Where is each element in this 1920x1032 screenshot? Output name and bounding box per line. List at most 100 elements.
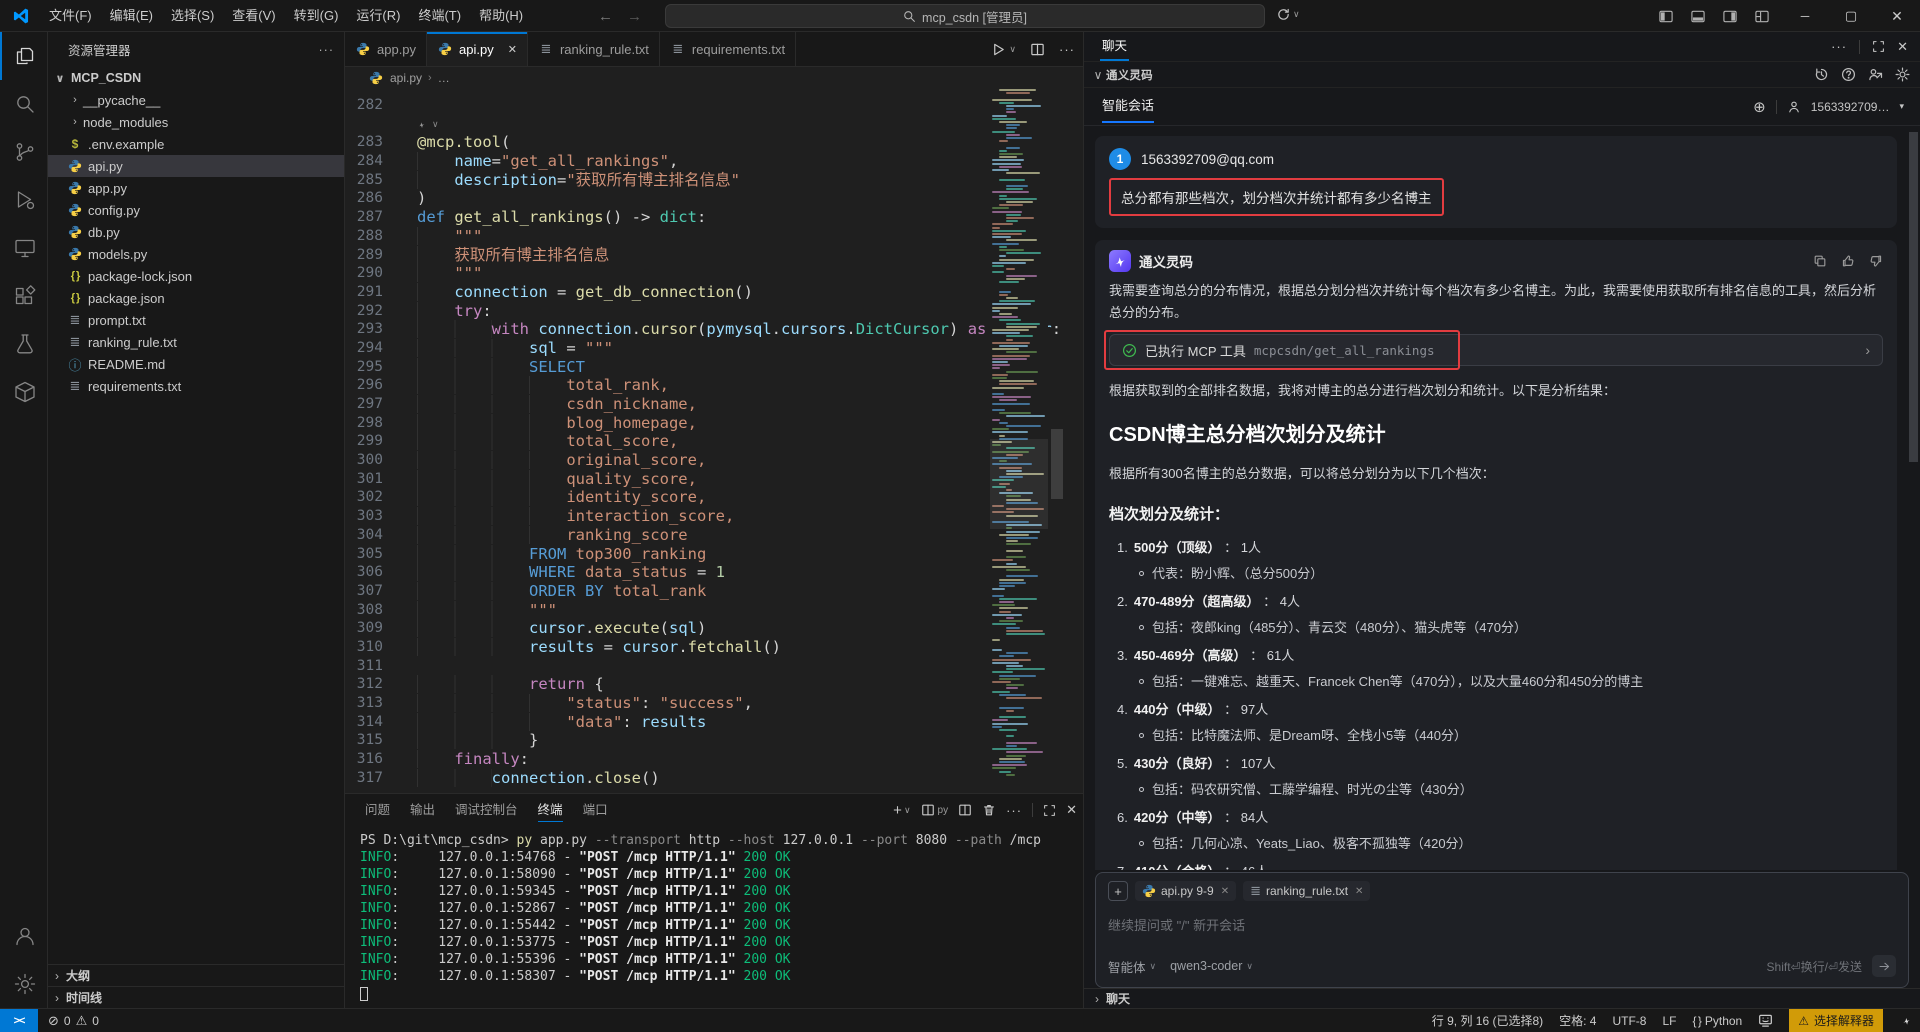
minimap[interactable] — [990, 89, 1048, 793]
inline-ai-widget[interactable]: ∨ — [345, 115, 1083, 134]
minimize-icon[interactable]: ─ — [1782, 0, 1828, 32]
search-icon[interactable] — [0, 80, 48, 128]
toggle-panel-icon[interactable] — [1690, 9, 1706, 24]
panel-tab-问题[interactable]: 问题 — [357, 794, 398, 826]
tree-file-db.py[interactable]: db.py — [48, 221, 344, 243]
split-editor-icon[interactable] — [1030, 42, 1045, 57]
copy-icon[interactable] — [1813, 254, 1827, 268]
tree-file-.env.example[interactable]: $ .env.example — [48, 133, 344, 155]
command-center-search[interactable]: mcp_csdn [管理员] — [665, 4, 1265, 28]
maximize-icon[interactable]: ▢ — [1828, 0, 1874, 32]
chat-scrollbar[interactable] — [1909, 132, 1918, 462]
breadcrumb[interactable]: api.py › … — [345, 67, 1083, 89]
collapsed-chat-section[interactable]: › 聊天 — [1084, 988, 1920, 1008]
encoding[interactable]: UTF-8 — [1612, 1014, 1646, 1028]
tab-requirements.txt[interactable]: ≣ requirements.txt — [659, 32, 797, 66]
run-debug-icon[interactable] — [0, 176, 48, 224]
tree-file-prompt.txt[interactable]: ≣ prompt.txt — [48, 309, 344, 331]
kill-terminal-icon[interactable] — [982, 803, 996, 817]
menu-帮助[interactable]: 帮助(H) — [470, 1, 532, 31]
feedback-share-icon[interactable] — [1868, 67, 1883, 82]
toggle-sidebar-icon[interactable] — [1658, 9, 1674, 24]
source-control-icon[interactable] — [0, 128, 48, 176]
tree-file-package-lock.json[interactable]: { } package-lock.json — [48, 265, 344, 287]
tree-file-app.py[interactable]: app.py — [48, 177, 344, 199]
tree-file-package.json[interactable]: { } package.json — [48, 287, 344, 309]
remote-icon[interactable] — [0, 224, 48, 272]
tree-root-folder[interactable]: ∨ MCP_CSDN — [48, 67, 344, 89]
section-chevron-icon[interactable]: ∨ — [1090, 68, 1106, 82]
sidebar-section-大纲[interactable]: › 大纲 — [48, 964, 344, 986]
editor-scrollbar[interactable] — [1051, 429, 1063, 499]
menu-选择[interactable]: 选择(S) — [162, 1, 223, 31]
thumbs-up-icon[interactable] — [1841, 254, 1855, 268]
select-interpreter-warning[interactable]: ⚠ 选择解释器 — [1789, 1008, 1883, 1032]
new-terminal-icon[interactable]: + ∨ — [893, 802, 910, 819]
remote-indicator[interactable]: >< — [0, 1008, 38, 1032]
feedback-icon[interactable] — [1758, 1013, 1773, 1028]
chat-message-list[interactable]: 1 1563392709@qq.com 总分都有那些档次，划分档次并统计都有多少… — [1084, 126, 1909, 870]
tree-file-config.py[interactable]: config.py — [48, 199, 344, 221]
run-python-button[interactable]: ∨ — [991, 42, 1016, 57]
problems-status[interactable]: ⊘ 0 ⚠ 0 — [48, 1013, 99, 1029]
tree-folder-__pycache__[interactable]: › __pycache__ — [48, 89, 344, 111]
account-dropdown-icon[interactable]: ▾ — [1899, 101, 1904, 112]
account-icon[interactable] — [0, 912, 48, 960]
code-editor[interactable]: 282 ∨ 283 @mcp.tool(284 name="get_all_ranki… — [345, 89, 1083, 793]
forward-icon[interactable]: → — [627, 8, 642, 25]
indent-setting[interactable]: 空格: 4 — [1559, 1012, 1596, 1029]
sidebar-section-时间线[interactable]: › 时间线 — [48, 986, 344, 1008]
chat-more-icon[interactable]: ··· — [1831, 39, 1847, 54]
toggle-secondary-sidebar-icon[interactable] — [1722, 9, 1738, 24]
terminal-profile-py[interactable]: py — [921, 803, 948, 817]
menu-查看[interactable]: 查看(V) — [223, 1, 284, 31]
language-mode[interactable]: { } Python — [1693, 1014, 1743, 1028]
maximize-panel-icon[interactable] — [1043, 804, 1056, 817]
thumbs-down-icon[interactable] — [1869, 254, 1883, 268]
tab-ranking_rule.txt[interactable]: ≣ ranking_rule.txt — [527, 32, 660, 66]
explorer-more-icon[interactable]: ··· — [319, 43, 335, 57]
settings-icon[interactable] — [1895, 67, 1910, 82]
testing-icon[interactable] — [0, 320, 48, 368]
tree-file-models.py[interactable]: models.py — [48, 243, 344, 265]
tree-file-api.py[interactable]: api.py — [48, 155, 344, 177]
tool-chevron-icon[interactable]: › — [1865, 342, 1870, 358]
panel-tab-终端[interactable]: 终端 — [530, 794, 571, 826]
package-icon[interactable] — [0, 368, 48, 416]
explorer-icon[interactable] — [0, 32, 48, 80]
history-icon[interactable] — [1814, 67, 1829, 82]
tab-app.py[interactable]: app.py — [345, 32, 428, 66]
account-name[interactable]: 1563392709… — [1811, 100, 1890, 114]
customize-layout-icon[interactable] — [1754, 9, 1770, 24]
eol[interactable]: LF — [1662, 1014, 1676, 1028]
context-chip-ranking_rule.txt[interactable]: ≣ ranking_rule.txt ✕ — [1243, 881, 1371, 901]
tree-folder-node_modules[interactable]: › node_modules — [48, 111, 344, 133]
settings-icon[interactable] — [0, 960, 48, 1008]
close-tab-icon[interactable]: ✕ — [508, 43, 517, 56]
remove-chip-icon[interactable]: ✕ — [1355, 886, 1363, 897]
chat-input-box[interactable]: + api.py 9-9 ✕ ≣ ranking_rule.txt ✕ 继续提问或 "/… — [1095, 872, 1909, 988]
tab-smart-session[interactable]: 智能会话 — [1102, 88, 1155, 126]
close-panel-icon[interactable]: ✕ — [1066, 802, 1077, 818]
new-session-icon[interactable]: ⊕ — [1753, 98, 1766, 116]
chat-maximize-icon[interactable] — [1872, 40, 1885, 53]
menu-转到[interactable]: 转到(G) — [285, 1, 348, 31]
tree-file-README.md[interactable]: ⓘ README.md — [48, 353, 344, 375]
menu-运行[interactable]: 运行(R) — [347, 1, 409, 31]
tab-chat[interactable]: 聊天 — [1099, 32, 1130, 62]
tab-api.py[interactable]: api.py ✕ — [427, 32, 528, 66]
tree-file-ranking_rule.txt[interactable]: ≣ ranking_rule.txt — [48, 331, 344, 353]
editor-more-icon[interactable]: ··· — [1059, 42, 1075, 57]
menu-文件[interactable]: 文件(F) — [40, 1, 101, 31]
lingma-status-icon[interactable] — [1899, 1013, 1914, 1028]
menu-终端[interactable]: 终端(T) — [409, 1, 470, 31]
panel-tab-端口[interactable]: 端口 — [575, 794, 616, 826]
close-icon[interactable]: ✕ — [1874, 0, 1920, 32]
terminal[interactable]: PS D:\git\mcp_csdn> py app.py --transpor… — [345, 826, 1083, 1008]
add-context-button[interactable]: + — [1108, 881, 1128, 901]
menu-编辑[interactable]: 编辑(E) — [101, 1, 162, 31]
context-chip-api.py[interactable]: api.py 9-9 ✕ — [1135, 881, 1237, 901]
back-icon[interactable]: ← — [598, 8, 613, 25]
panel-more-icon[interactable]: ··· — [1006, 803, 1022, 818]
panel-tab-输出[interactable]: 输出 — [402, 794, 443, 826]
